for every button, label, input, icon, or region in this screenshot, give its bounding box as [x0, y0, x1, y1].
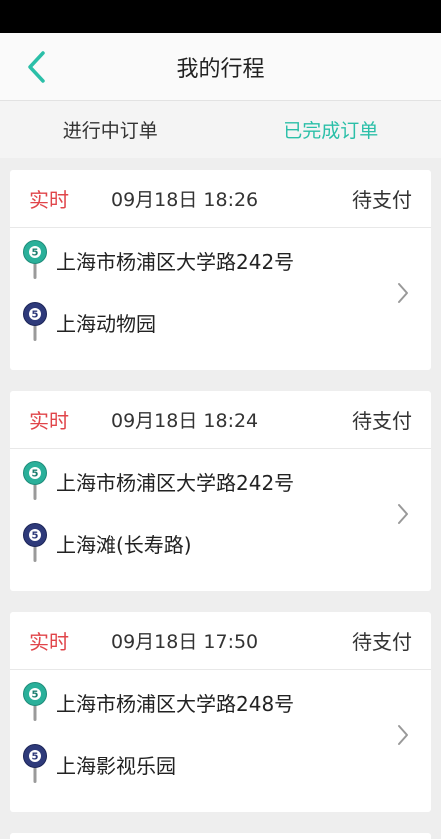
start-pin-icon: 5	[23, 682, 47, 721]
end-pin-icon: 5	[23, 302, 47, 341]
order-tabs: 进行中订单 已完成订单	[0, 101, 441, 158]
end-location: 5 上海滩(长寿路)	[22, 523, 192, 563]
start-address: 上海市杨浦区大学路242号	[56, 249, 295, 274]
order-list: 实时 09月18日 18:26 待支付 5 上海市杨浦区大学路242号 5 上海…	[0, 158, 441, 839]
start-pin-icon: 5	[23, 461, 47, 500]
chevron-right-icon[interactable]	[395, 501, 411, 527]
order-card-header: 实时 09月18日 18:26 待支付	[10, 170, 431, 228]
end-address: 上海动物园	[56, 311, 156, 336]
pin-digit: 5	[32, 531, 39, 542]
start-address: 上海市杨浦区大学路242号	[56, 470, 295, 495]
pin-digit: 5	[32, 248, 39, 259]
tab-in-progress[interactable]: 进行中订单	[0, 101, 221, 158]
pin-digit: 5	[32, 469, 39, 480]
order-card[interactable]	[10, 833, 431, 839]
end-location: 5 上海影视乐园	[22, 744, 176, 784]
end-address: 上海滩(长寿路)	[56, 532, 192, 557]
order-card[interactable]: 实时 09月18日 17:50 待支付 5 上海市杨浦区大学路248号 5 上海…	[10, 612, 431, 812]
order-type: 实时	[29, 409, 69, 433]
order-card[interactable]: 实时 09月18日 18:26 待支付 5 上海市杨浦区大学路242号 5 上海…	[10, 170, 431, 370]
start-address: 上海市杨浦区大学路248号	[56, 691, 295, 716]
order-time: 09月18日 18:24	[111, 410, 259, 432]
status-bar	[0, 0, 441, 33]
pin-digit: 5	[32, 310, 39, 321]
order-status: 待支付	[352, 630, 412, 654]
start-location: 5 上海市杨浦区大学路248号	[22, 682, 294, 722]
tab-completed[interactable]: 已完成订单	[221, 101, 441, 158]
end-location: 5 上海动物园	[22, 302, 156, 342]
chevron-left-icon	[28, 51, 45, 83]
order-type: 实时	[29, 188, 69, 212]
order-card-body: 5 上海市杨浦区大学路242号 5 上海动物园	[10, 228, 431, 369]
chevron-right-icon[interactable]	[395, 280, 411, 306]
pin-digit: 5	[32, 690, 39, 701]
back-button[interactable]	[16, 47, 56, 87]
pin-digit: 5	[32, 752, 39, 763]
chevron-right-icon[interactable]	[395, 722, 411, 748]
end-pin-icon: 5	[23, 523, 47, 562]
end-address: 上海影视乐园	[56, 753, 176, 778]
order-card[interactable]: 实时 09月18日 18:24 待支付 5 上海市杨浦区大学路242号 5 上海…	[10, 391, 431, 591]
start-location: 5 上海市杨浦区大学路242号	[22, 240, 294, 280]
order-time: 09月18日 17:50	[111, 631, 259, 653]
order-card-header: 实时 09月18日 18:24 待支付	[10, 391, 431, 449]
order-card-header: 实时 09月18日 17:50 待支付	[10, 612, 431, 670]
start-location: 5 上海市杨浦区大学路242号	[22, 461, 294, 501]
end-pin-icon: 5	[23, 744, 47, 783]
header: 我的行程	[0, 33, 441, 101]
start-pin-icon: 5	[23, 240, 47, 279]
order-card-body: 5 上海市杨浦区大学路242号 5 上海滩(长寿路)	[10, 449, 431, 590]
order-status: 待支付	[352, 409, 412, 433]
order-type: 实时	[29, 630, 69, 654]
order-time: 09月18日 18:26	[111, 189, 259, 211]
page-title: 我的行程	[176, 56, 265, 82]
order-status: 待支付	[352, 188, 412, 212]
order-card-body: 5 上海市杨浦区大学路248号 5 上海影视乐园	[10, 670, 431, 811]
